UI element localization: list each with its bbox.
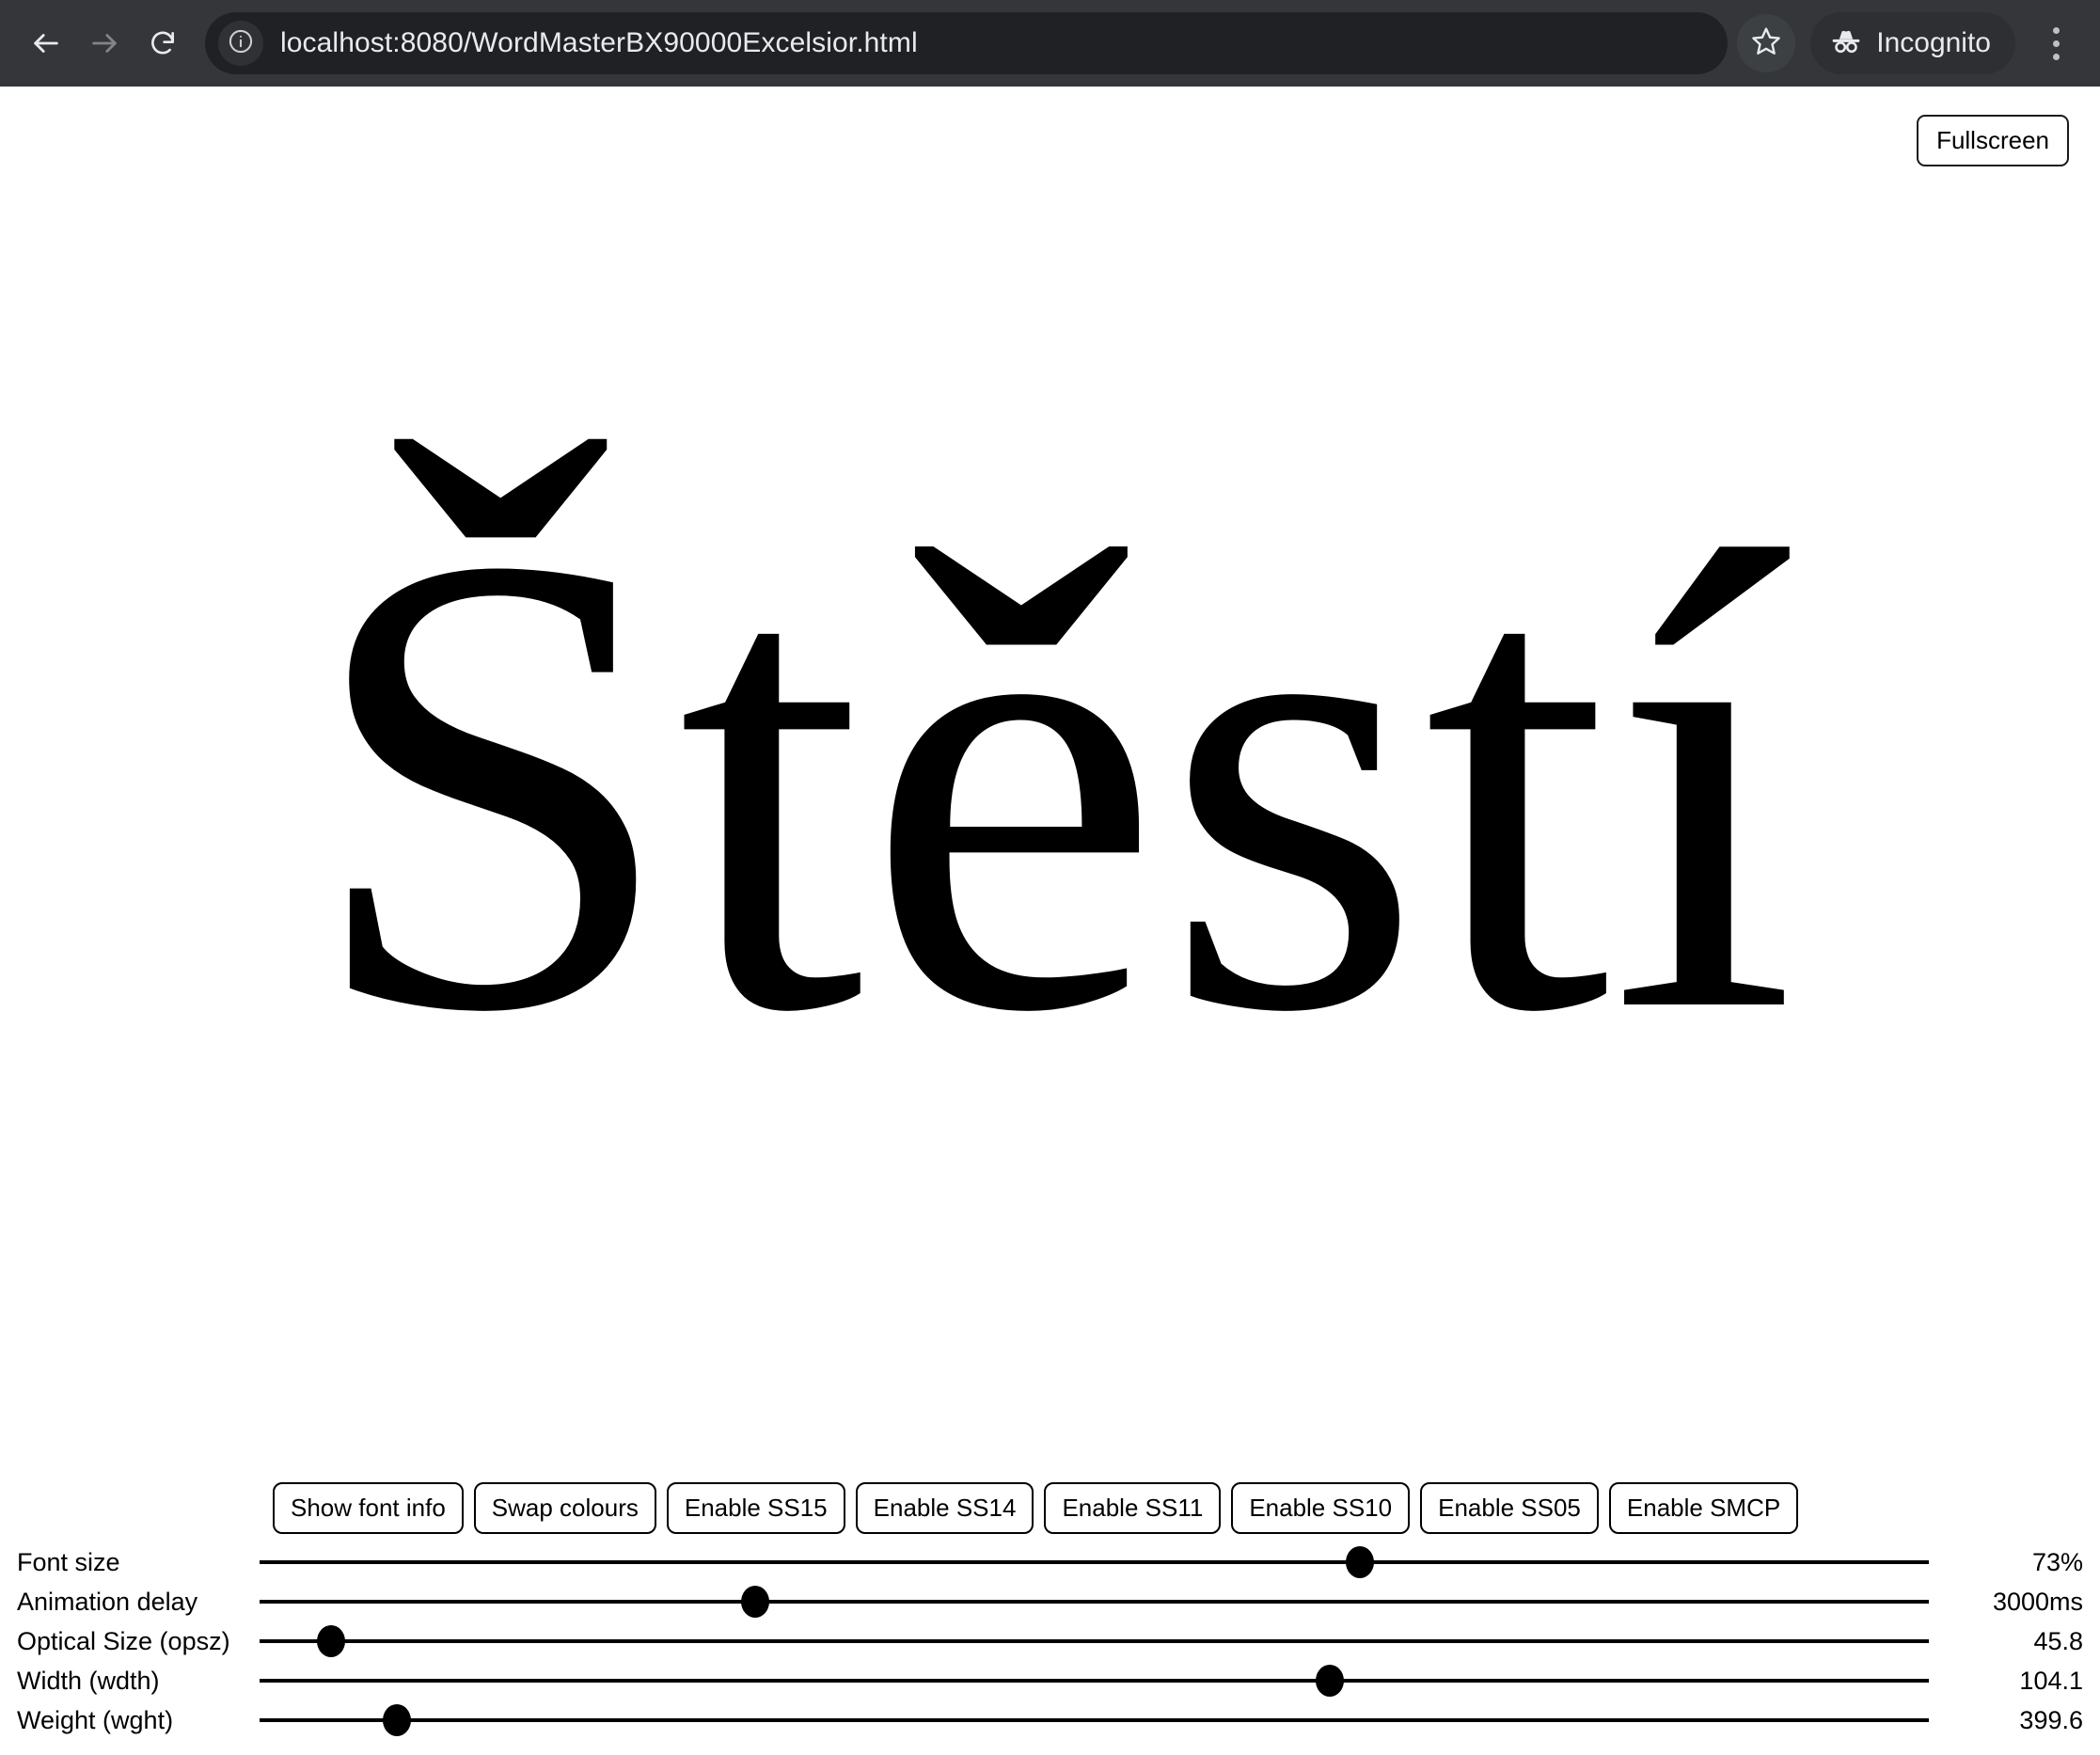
site-info-button[interactable] [218,21,263,66]
back-button[interactable] [17,14,75,72]
enable-ss10-button[interactable]: Enable SS10 [1231,1482,1411,1534]
swap-colours-button[interactable]: Swap colours [473,1482,656,1534]
reload-icon [148,28,178,58]
enable-ss15-button[interactable]: Enable SS15 [666,1482,845,1534]
slider-panel: Font size 73% Animation delay 3000ms Optical… [0,1542,2100,1740]
slider-track[interactable] [260,1639,1929,1643]
reload-button[interactable] [134,14,192,72]
slider-thumb[interactable] [1315,1665,1344,1697]
slider-value: 45.8 [2033,1626,2083,1655]
enable-ss11-button[interactable]: Enable SS11 [1044,1482,1222,1534]
page-viewport: Fullscreen Štěstí Show font info Swap col… [0,87,2100,1755]
incognito-label: Incognito [1876,27,1991,58]
forward-arrow-icon [88,27,120,59]
url-text[interactable]: localhost:8080/WordMasterBX90000Excelsio… [280,27,918,59]
slider-value: 104.1 [2019,1666,2083,1695]
enable-smcp-button[interactable]: Enable SMCP [1608,1482,1799,1534]
slider-control[interactable] [260,1582,1929,1621]
slider-thumb[interactable] [1345,1546,1374,1578]
site-info-icon [228,28,254,59]
slider-row: Animation delay 3000ms [0,1582,2100,1621]
slider-value: 399.6 [2019,1705,2083,1734]
chrome-menu-button[interactable] [2029,14,2083,72]
toolbar-right-group: Incognito [1737,12,2083,74]
slider-control[interactable] [260,1621,1929,1661]
show-font-info-button[interactable]: Show font info [273,1482,464,1534]
browser-toolbar: localhost:8080/WordMasterBX90000Excelsio… [0,0,2100,87]
slider-thumb[interactable] [741,1586,770,1618]
slider-label: Font size [17,1547,120,1576]
word-display-stage: Štěstí [0,87,2100,1478]
bookmark-button[interactable] [1737,14,1796,72]
slider-label: Animation delay [17,1587,198,1616]
slider-track[interactable] [260,1560,1929,1564]
slider-label: Optical Size (opsz) [17,1626,230,1655]
incognito-icon [1829,24,1863,63]
slider-row: Font size 73% [0,1542,2100,1582]
back-arrow-icon [30,27,62,59]
slider-thumb[interactable] [317,1625,346,1657]
display-word: Štěstí [304,418,1796,1147]
slider-track[interactable] [260,1600,1929,1604]
star-icon [1750,25,1782,62]
slider-track[interactable] [260,1679,1929,1683]
feature-button-row: Show font info Swap colours Enable SS15 Ena… [273,1482,1799,1534]
enable-ss14-button[interactable]: Enable SS14 [855,1482,1034,1534]
enable-ss05-button[interactable]: Enable SS05 [1420,1482,1599,1534]
slider-label: Weight (wght) [17,1705,174,1734]
slider-label: Width (wdth) [17,1666,160,1695]
slider-control[interactable] [260,1661,1929,1700]
slider-value: 3000ms [1992,1587,2083,1616]
slider-row: Weight (wght) 399.6 [0,1700,2100,1740]
slider-control[interactable] [260,1700,1929,1740]
kebab-menu-icon [2052,26,2060,60]
slider-value: 73% [2031,1547,2083,1576]
slider-control[interactable] [260,1542,1929,1582]
slider-thumb[interactable] [382,1704,411,1736]
slider-row: Width (wdth) 104.1 [0,1661,2100,1700]
slider-row: Optical Size (opsz) 45.8 [0,1621,2100,1661]
forward-button[interactable] [75,14,134,72]
incognito-indicator[interactable]: Incognito [1810,12,2015,74]
slider-track[interactable] [260,1718,1929,1722]
address-bar[interactable]: localhost:8080/WordMasterBX90000Excelsio… [205,12,1729,74]
